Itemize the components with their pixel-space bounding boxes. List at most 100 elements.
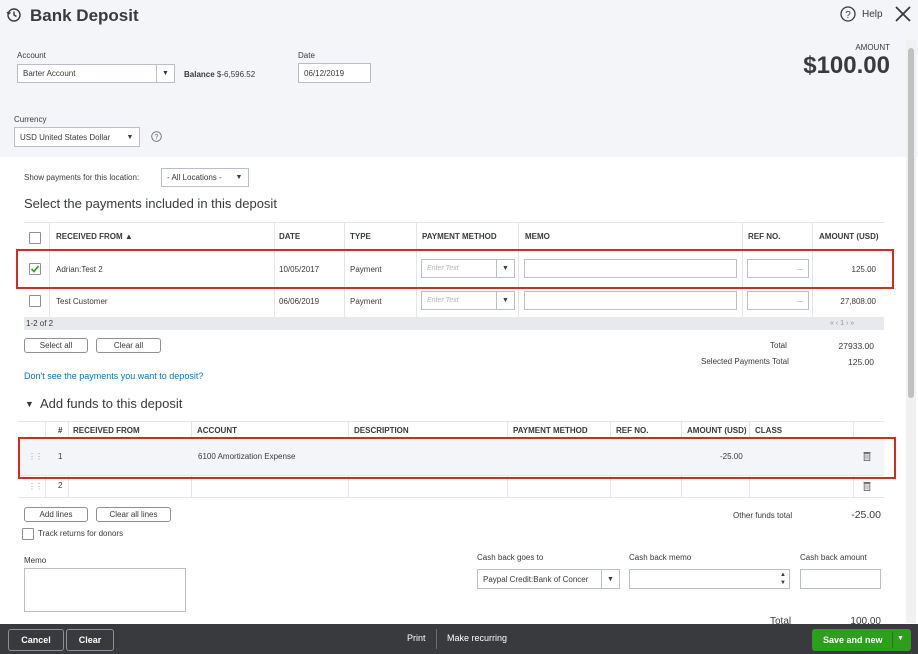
selected-payments-total-label: Selected Payments Total (701, 357, 789, 366)
funds-section-title: Add funds to this deposit (40, 396, 183, 411)
close-icon[interactable] (894, 5, 912, 23)
funds-column-received-from: RECEIVED FROM (73, 426, 140, 435)
selected-payments-total-value: 125.00 (848, 357, 874, 367)
pager-controls[interactable]: « ‹ 1 › » (830, 320, 854, 327)
line-number: 2 (58, 481, 63, 490)
chevron-down-icon[interactable]: ▼ (601, 570, 619, 588)
history-icon[interactable] (6, 7, 22, 23)
column-header-received-from[interactable]: RECEIVED FROM ▲ (56, 232, 133, 241)
date-label: Date (298, 51, 315, 60)
column-header-date[interactable]: DATE (279, 232, 300, 241)
clear-all-button[interactable]: Clear all (96, 338, 161, 353)
cash-back-memo-input[interactable]: ▲ ▼ (629, 569, 790, 589)
memo-label: Memo (24, 556, 47, 565)
track-returns-label: Track returns for donors (38, 529, 124, 538)
received-from-link[interactable]: Test Customer (56, 297, 108, 306)
payment-method-select[interactable]: Enter Text ▼ (421, 291, 515, 310)
amount-label: AMOUNT (855, 43, 890, 52)
scrollbar-thumb[interactable] (908, 48, 914, 398)
chevron-down-icon[interactable]: ▼ (897, 635, 904, 642)
cash-back-goes-to-label: Cash back goes to (477, 553, 544, 562)
table-row[interactable]: ⋮⋮ 2 (18, 476, 884, 497)
currency-select[interactable]: USD United States Dollar ▼ (14, 127, 140, 147)
pagination-bar (24, 317, 884, 330)
payment-date: 06/06/2019 (279, 297, 320, 306)
select-all-button[interactable]: Select all (24, 338, 88, 353)
collapse-caret-icon[interactable]: ▼ (25, 399, 34, 409)
column-header-type[interactable]: TYPE (350, 232, 371, 241)
cash-back-goes-to-select[interactable]: Paypal Credit:Bank of Concer ▼ (477, 569, 620, 589)
funds-column-payment-method: PAYMENT METHOD (513, 426, 588, 435)
funds-column-description: DESCRIPTION (354, 426, 409, 435)
table-row[interactable]: Test Customer 06/06/2019 Payment Enter T… (24, 288, 884, 317)
total-value: 27933.00 (838, 341, 874, 351)
stepper-icon[interactable]: ▲ ▼ (780, 571, 786, 587)
funds-column-class: CLASS (755, 426, 783, 435)
other-funds-total-value: -25.00 (851, 509, 881, 521)
help-icon[interactable]: ? (840, 6, 856, 22)
trash-icon[interactable] (863, 481, 871, 493)
account-select[interactable]: Barter Account ▼ (17, 64, 175, 83)
clear-all-lines-button[interactable]: Clear all lines (96, 507, 171, 522)
cash-back-amount-label: Cash back amount (800, 553, 867, 562)
amount-value: $100.00 (803, 52, 890, 79)
add-lines-button[interactable]: Add lines (24, 507, 88, 522)
print-link[interactable]: Print (407, 633, 426, 643)
chevron-down-icon[interactable]: ▼ (496, 292, 514, 309)
svg-text:?: ? (845, 10, 851, 21)
date-value: 06/12/2019 (304, 68, 345, 78)
highlight-box-payment-row (16, 249, 894, 289)
location-value: - All Locations - (167, 173, 222, 182)
ref-no-input[interactable]: ... (747, 291, 809, 310)
funds-column-ref-no: REF NO. (616, 426, 649, 435)
funds-column-amount: AMOUNT (USD) (687, 426, 747, 435)
svg-text:?: ? (155, 134, 159, 141)
footer-divider (436, 629, 437, 649)
total-label: Total (770, 341, 787, 350)
save-and-new-button[interactable]: Save and new ▼ (812, 629, 911, 651)
memo-input[interactable] (524, 291, 737, 310)
payment-method-placeholder: Enter Text (427, 297, 459, 304)
funds-column-account: ACCOUNT (197, 426, 237, 435)
payments-section-title: Select the payments included in this dep… (24, 196, 277, 211)
track-returns-checkbox[interactable] (22, 528, 34, 540)
balance-value: $-6,596.52 (216, 70, 256, 79)
balance-display: Balance $-6,596.52 (184, 70, 255, 79)
cash-back-memo-label: Cash back memo (629, 553, 692, 562)
select-all-checkbox[interactable] (29, 232, 41, 244)
column-header-amount[interactable]: AMOUNT (USD) (819, 232, 879, 241)
column-header-payment-method[interactable]: PAYMENT METHOD (422, 232, 497, 241)
location-label: Show payments for this location: (24, 173, 140, 182)
highlight-box-funds-row (18, 437, 896, 479)
column-header-memo[interactable]: MEMO (525, 232, 550, 241)
currency-label: Currency (14, 115, 47, 124)
chevron-down-icon[interactable]: ▼ (156, 65, 174, 82)
memo-textarea[interactable] (24, 568, 186, 612)
cash-back-amount-input[interactable] (800, 569, 881, 589)
chevron-down-icon[interactable]: ▼ (121, 128, 139, 146)
other-funds-total-label: Other funds total (733, 511, 793, 520)
account-value: Barter Account (23, 69, 76, 78)
pagination-info: 1-2 of 2 (26, 319, 54, 328)
balance-label: Balance (184, 70, 215, 79)
info-icon[interactable]: ? (151, 131, 162, 142)
help-link[interactable]: Help (862, 9, 883, 20)
missing-payments-link[interactable]: Don't see the payments you want to depos… (24, 371, 203, 381)
row-checkbox[interactable] (29, 295, 41, 307)
drag-handle-icon[interactable]: ⋮⋮ (28, 482, 43, 491)
payment-amount: 27,808.00 (840, 297, 876, 306)
column-header-ref-no[interactable]: REF NO. (748, 232, 780, 241)
make-recurring-link[interactable]: Make recurring (447, 633, 507, 643)
account-label: Account (17, 51, 46, 60)
payment-type: Payment (350, 297, 382, 306)
currency-value: USD United States Dollar (20, 132, 111, 142)
date-input[interactable]: 06/12/2019 (298, 63, 371, 83)
chevron-down-icon[interactable]: ▼ (230, 169, 248, 186)
location-select[interactable]: - All Locations - ▼ (161, 168, 249, 187)
save-and-new-label: Save and new (823, 635, 883, 645)
page-title: Bank Deposit (30, 6, 139, 25)
cancel-button[interactable]: Cancel (8, 629, 64, 651)
clear-button[interactable]: Clear (66, 629, 114, 651)
cash-back-goes-to-value: Paypal Credit:Bank of Concer (483, 574, 589, 584)
funds-column-num: # (58, 426, 63, 435)
